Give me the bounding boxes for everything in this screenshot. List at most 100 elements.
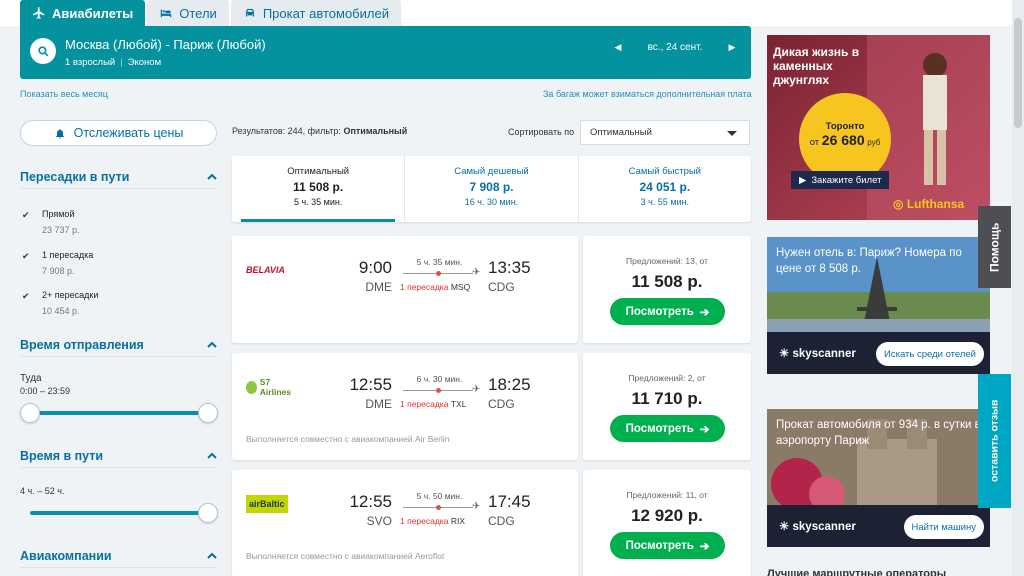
tab-flights[interactable]: Авиабилеты xyxy=(20,0,146,26)
departure-range: 0:00 – 23:59 xyxy=(20,386,71,396)
stops-filter-header[interactable]: Пересадки в пути xyxy=(20,165,217,189)
promo-city: Торонто xyxy=(825,121,865,132)
duration-filter-header[interactable]: Время в пути xyxy=(20,444,217,468)
offers-count: Предложений: 2, от xyxy=(628,373,706,383)
departure-slider-track[interactable] xyxy=(30,411,208,415)
search-summary-bar[interactable]: Москва (Любой) - Париж (Любой) 1 взрослы… xyxy=(20,26,751,79)
skyscanner-logo: ☀ skyscanner xyxy=(779,519,856,533)
arrow-right-icon: ➔ xyxy=(699,423,710,436)
summary-title: Оптимальный xyxy=(287,166,350,177)
checkmark-icon[interactable]: ✔ xyxy=(22,210,30,221)
arrival-airport: CDG xyxy=(488,280,515,294)
scrollbar-thumb[interactable] xyxy=(1014,18,1022,128)
search-hotels-button[interactable]: Искать среди отелей xyxy=(876,342,984,366)
route-line xyxy=(403,505,473,510)
sort-dropdown-value: Оптимальный xyxy=(590,127,652,138)
checkmark-icon[interactable]: ✔ xyxy=(22,291,30,302)
departure-slider-max-handle[interactable] xyxy=(198,403,218,423)
tab-hotels-label: Отели xyxy=(179,5,217,21)
stops-count: 1 пересадка xyxy=(400,282,449,292)
feedback-tab[interactable]: оставить отзыв xyxy=(978,374,1011,508)
airlines-filter-title: Авиакомпании xyxy=(20,548,112,563)
search-icon[interactable] xyxy=(30,38,56,64)
view-deal-label: Посмотреть xyxy=(625,305,694,318)
stop-dot xyxy=(436,271,441,276)
departure-time: 12:55 xyxy=(349,375,392,394)
stop-dot xyxy=(436,505,441,510)
prev-date-icon[interactable]: ◀ xyxy=(611,42,625,53)
book-ticket-label: Закажите билет xyxy=(811,174,882,186)
departure-filter-header[interactable]: Время отправления xyxy=(20,333,217,357)
stop-airport: RIX xyxy=(450,516,465,526)
tab-optimal[interactable]: Оптимальный 11 508 р. 5 ч. 35 мин. xyxy=(232,156,404,222)
arrival-airport: CDG xyxy=(488,514,515,528)
duration-range: 4 ч. – 52 ч. xyxy=(20,486,65,496)
stops-count: 1 пересадка xyxy=(400,399,449,409)
airline-logo: BELAVIA xyxy=(246,258,296,282)
arrival-time: 17:45 xyxy=(488,492,531,511)
s7-logo-icon xyxy=(246,380,257,394)
lufthansa-ad[interactable]: Дикая жизнь в каменных джунглях Торонто … xyxy=(767,35,990,220)
duration-slider-track[interactable] xyxy=(30,511,208,515)
chevron-down-icon xyxy=(727,131,737,136)
airlines-filter-header[interactable]: Авиакомпании xyxy=(20,544,217,568)
find-car-button[interactable]: Найти машину xyxy=(903,515,984,539)
car-icon xyxy=(245,8,254,17)
skyscanner-wordmark: skyscanner xyxy=(792,348,856,360)
stop-airport: MSQ xyxy=(450,282,471,292)
summary-price: 11 508 р. xyxy=(293,180,344,194)
bell-icon xyxy=(55,128,64,138)
help-tab[interactable]: Помощь xyxy=(978,206,1011,288)
stop-option-price: 23 737 р. xyxy=(42,225,80,235)
stops-count: 1 пересадка xyxy=(400,516,449,526)
promo-price-value: 26 680 xyxy=(821,132,865,148)
price-panel: Предложений: 11, от 12 920 р. Посмотреть… xyxy=(583,470,751,576)
summary-duration: 16 ч. 30 мин. xyxy=(464,197,519,207)
flight-details[interactable]: S7 Airlines 12:55 DME 6 ч. 30 мин. ✈ 1 п… xyxy=(232,353,578,460)
plane-icon: ✈ xyxy=(472,267,481,278)
skyscanner-wordmark: skyscanner xyxy=(792,521,856,533)
skyscanner-sunrise-icon: ☀ xyxy=(779,348,790,360)
flight-duration: 5 ч. 35 мин. xyxy=(416,257,463,267)
view-deal-button[interactable]: Посмотреть ➔ xyxy=(610,532,725,559)
flight-details[interactable]: BELAVIA 9:00 DME 5 ч. 35 мин. ✈ 1 переса… xyxy=(232,236,578,343)
view-deal-label: Посмотреть xyxy=(625,539,694,552)
departure-airport: DME xyxy=(365,280,392,294)
track-prices-button[interactable]: Отслеживать цены xyxy=(20,120,217,146)
route-line xyxy=(403,388,473,393)
chevron-up-icon[interactable] xyxy=(207,451,217,461)
show-month-link[interactable]: Показать весь месяц xyxy=(20,89,108,99)
chevron-up-icon[interactable] xyxy=(207,172,217,182)
baggage-fee-link[interactable]: За багаж может взиматься дополнительная … xyxy=(543,89,752,99)
view-deal-button[interactable]: Посмотреть ➔ xyxy=(610,415,725,442)
car-rental-ad[interactable]: Прокат автомобиля от 934 р. в сутки в аэ… xyxy=(767,409,990,547)
book-ticket-button[interactable]: ▶ Закажите билет xyxy=(791,171,890,189)
codeshare-note: Выполняется совместно с авиакомпанией Ae… xyxy=(246,551,445,561)
stops-info: 1 пересадка MSQ xyxy=(400,282,470,292)
sort-dropdown[interactable]: Оптимальный xyxy=(580,120,750,145)
flight-details[interactable]: airBaltic 12:55 SVO 5 ч. 50 мин. ✈ 1 пер… xyxy=(232,470,578,576)
view-deal-button[interactable]: Посмотреть ➔ xyxy=(610,298,725,325)
cabin-class: Эконом xyxy=(127,57,162,68)
hotel-ad[interactable]: Нужен отель в: Париж? Номера по цене от … xyxy=(767,237,990,374)
departure-airport: DME xyxy=(365,397,392,411)
tab-fastest[interactable]: Самый быстрый 24 051 р. 3 ч. 55 мин. xyxy=(577,156,751,222)
stops-filter-title: Пересадки в пути xyxy=(20,169,130,184)
checkmark-icon[interactable]: ✔ xyxy=(22,251,30,262)
tab-cheapest[interactable]: Самый дешевый 7 908 р. 16 ч. 30 мин. xyxy=(404,156,577,222)
flight-price: 11 710 р. xyxy=(631,389,703,408)
tab-car-rental-label: Прокат автомобилей xyxy=(262,5,389,21)
tab-car-rental[interactable]: Прокат автомобилей xyxy=(230,0,401,26)
page-scrollbar[interactable] xyxy=(1012,0,1024,576)
chevron-up-icon[interactable] xyxy=(207,340,217,350)
lufthansa-wordmark: Lufthansa xyxy=(906,197,965,211)
promo-price-currency: руб xyxy=(867,138,881,147)
tab-hotels[interactable]: Отели xyxy=(147,0,229,26)
next-date-icon[interactable]: ▶ xyxy=(725,42,739,53)
duration-filter-title: Время в пути xyxy=(20,448,104,463)
codeshare-note: Выполняется совместно с авиакомпанией Ai… xyxy=(246,434,450,444)
stops-info: 1 пересадка TXL xyxy=(400,399,466,409)
chevron-up-icon[interactable] xyxy=(207,551,217,561)
departure-slider-min-handle[interactable] xyxy=(20,403,40,423)
duration-slider-max-handle[interactable] xyxy=(198,503,218,523)
